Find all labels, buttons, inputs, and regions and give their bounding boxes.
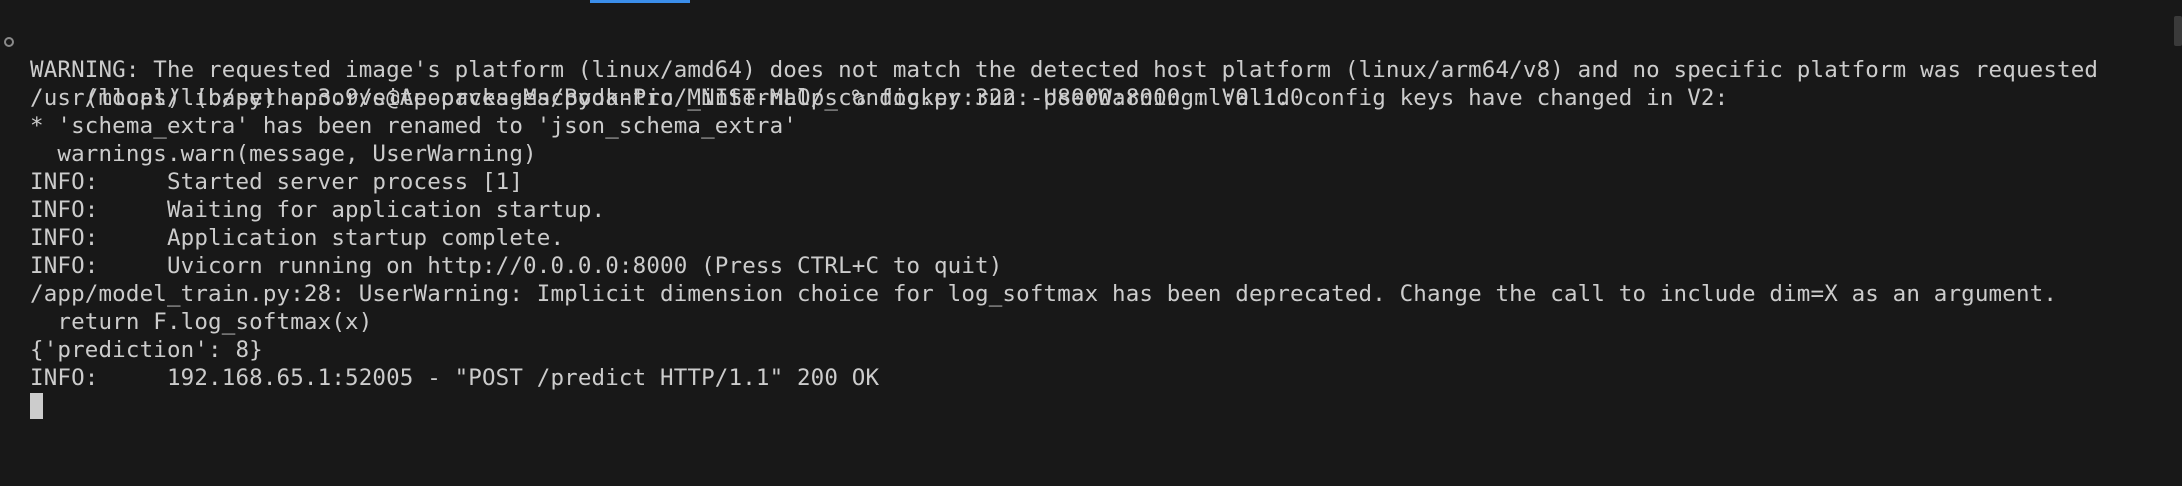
terminal-prompt-line[interactable] — [0, 392, 2182, 420]
terminal-line: INFO: 192.168.65.1:52005 - "POST /predic… — [30, 365, 880, 391]
terminal-output[interactable]: (mlops) (base) apoorve@Apoorves-MacBook-… — [0, 28, 2182, 486]
terminal-line: warnings.warn(message, UserWarning) — [30, 141, 537, 167]
terminal-line: /usr/local/lib/python3.9/site-packages/p… — [30, 85, 1729, 111]
terminal-line: return F.log_softmax(x) — [30, 309, 373, 335]
command-decoration-icon[interactable] — [4, 37, 14, 47]
active-tab-indicator — [590, 0, 690, 3]
terminal-line: INFO: Uvicorn running on http://0.0.0.0:… — [30, 253, 1003, 279]
terminal-scrollbar[interactable] — [2174, 16, 2182, 46]
terminal-line: WARNING: The requested image's platform … — [30, 57, 2099, 83]
terminal-line: INFO: Started server process [1] — [30, 169, 524, 195]
terminal-line: {'prediction': 8} — [30, 337, 263, 363]
terminal-line: * 'schema_extra' has been renamed to 'js… — [30, 113, 797, 139]
terminal-line: /app/model_train.py:28: UserWarning: Imp… — [30, 281, 2058, 307]
terminal-line: INFO: Application startup complete. — [30, 225, 565, 251]
terminal-cursor — [30, 393, 43, 419]
terminal-line: INFO: Waiting for application startup. — [30, 197, 606, 223]
terminal-command-line: (mlops) (base) apoorve@Apoorves-MacBook-… — [0, 28, 2182, 111]
